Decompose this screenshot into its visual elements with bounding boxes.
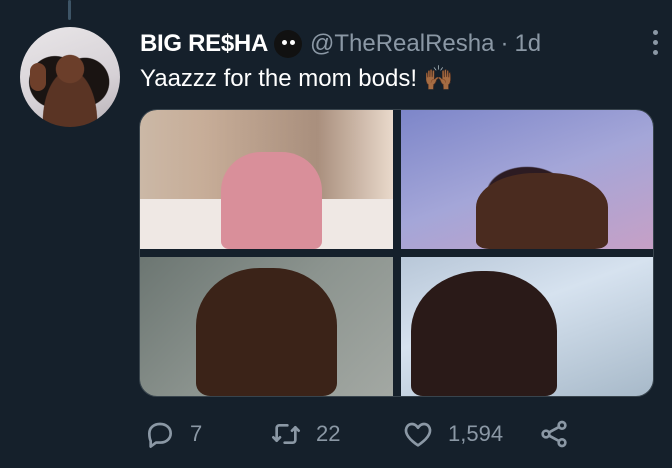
media-photo-2[interactable] bbox=[400, 110, 653, 249]
like-count: 1,594 bbox=[448, 421, 504, 446]
reply-count: 7 bbox=[190, 421, 203, 446]
share-button[interactable] bbox=[538, 418, 570, 450]
more-options-icon[interactable] bbox=[653, 30, 658, 55]
tweet-header: BIG RE$HA @TheRealResha · 1d bbox=[140, 28, 652, 60]
display-name[interactable]: BIG RE$HA bbox=[140, 30, 268, 58]
user-handle[interactable]: @TheRealResha bbox=[310, 30, 494, 58]
media-photo-1[interactable] bbox=[140, 110, 393, 249]
retweet-button[interactable]: 22 bbox=[270, 418, 340, 450]
like-button[interactable]: 1,594 bbox=[402, 418, 503, 450]
media-photo-3[interactable] bbox=[140, 257, 393, 396]
avatar-hand-shape bbox=[30, 63, 46, 91]
tweet-age[interactable]: 1d bbox=[514, 30, 541, 58]
retweet-count: 22 bbox=[316, 421, 341, 446]
media-grid bbox=[139, 109, 654, 397]
emoji-icon bbox=[274, 30, 302, 58]
tweet-actions: 7 22 1,594 bbox=[140, 414, 600, 454]
tweet-text: Yaazzz for the mom bods! 🙌🏾 bbox=[140, 65, 454, 92]
share-icon bbox=[541, 420, 567, 448]
retweet-icon bbox=[272, 424, 300, 444]
reply-icon bbox=[148, 422, 172, 448]
reply-button[interactable]: 7 bbox=[144, 418, 202, 450]
avatar[interactable] bbox=[20, 27, 120, 127]
thread-connector bbox=[68, 0, 71, 20]
heart-icon bbox=[404, 422, 432, 447]
media-photo-4[interactable] bbox=[400, 257, 653, 396]
separator-dot: · bbox=[500, 30, 509, 57]
